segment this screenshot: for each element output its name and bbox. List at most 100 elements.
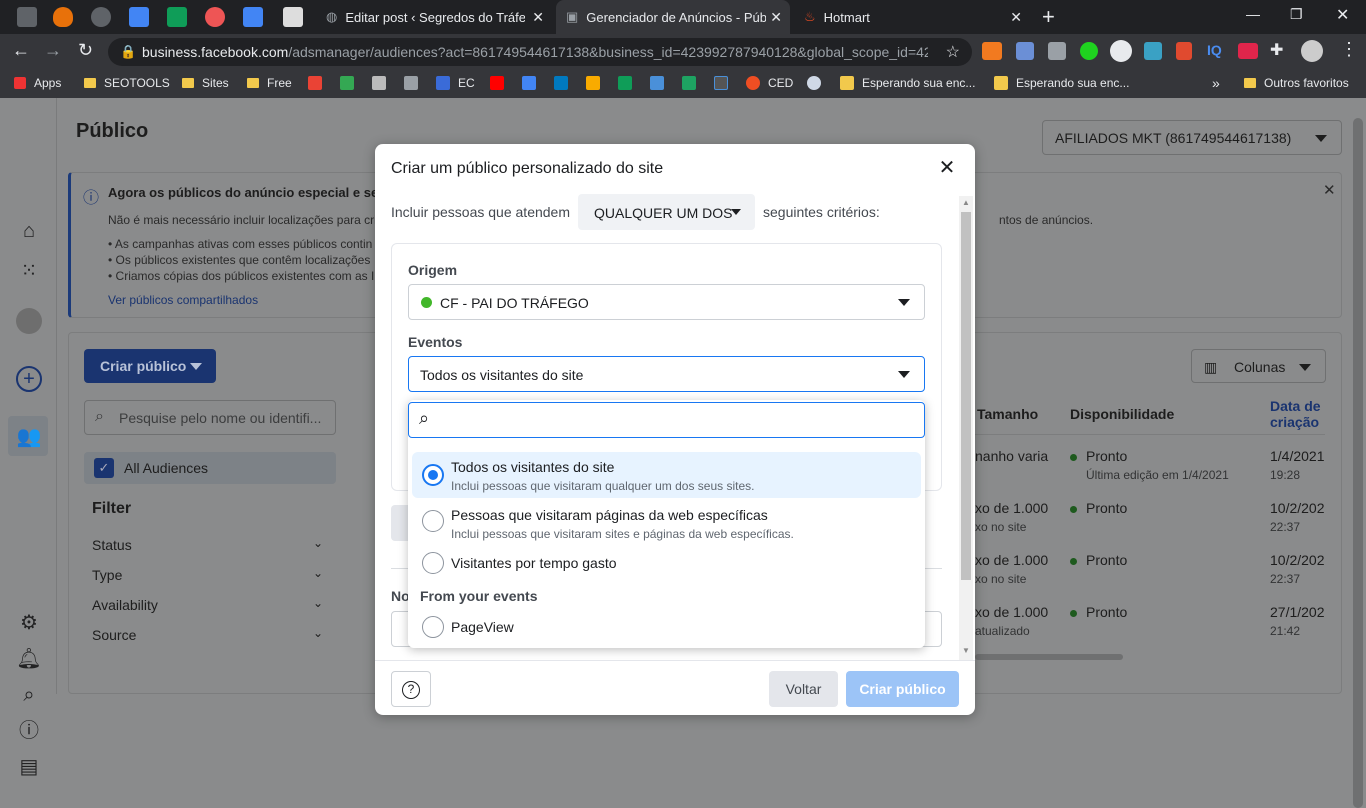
help-button[interactable]: ? <box>391 671 431 707</box>
page-scrollbar[interactable] <box>1350 98 1366 808</box>
bookmark-ced[interactable]: CED <box>746 76 793 90</box>
column-header-size[interactable]: Tamanho <box>977 406 1038 422</box>
add-icon[interactable]: + <box>16 366 42 392</box>
bookmark-icon[interactable] <box>807 76 821 90</box>
bookmark-apps[interactable]: Apps <box>14 76 61 90</box>
home-icon[interactable]: ⌂ <box>16 218 42 244</box>
events-search-input[interactable]: ⌕ <box>408 402 925 438</box>
youtube-bookmark-icon[interactable] <box>490 76 504 90</box>
scroll-down-icon[interactable]: ▼ <box>959 646 973 655</box>
create-audience-submit-button[interactable]: Criar público <box>846 671 959 707</box>
close-tab-icon[interactable]: ✕ <box>770 9 782 26</box>
bookmark-icon[interactable] <box>404 76 418 90</box>
bookmark-icon[interactable] <box>372 76 386 90</box>
column-header-created[interactable]: criação <box>1270 414 1319 430</box>
columns-button[interactable]: ▥ Colunas <box>1191 349 1326 383</box>
extension-icon[interactable] <box>1176 42 1192 60</box>
new-tab-button[interactable]: + <box>1042 4 1055 30</box>
scrollbar-thumb[interactable] <box>961 212 971 580</box>
column-header-availability[interactable]: Disponibilidade <box>1070 406 1174 422</box>
drive-bookmark-icon[interactable] <box>340 76 354 90</box>
extension-icon[interactable] <box>1080 42 1098 60</box>
tab-gerenciador[interactable]: ▣ Gerenciador de Anúncios - Públic ✕ <box>556 0 790 34</box>
gmail-bookmark-icon[interactable] <box>308 76 322 90</box>
more-bookmarks-chevron[interactable]: » <box>1212 75 1220 91</box>
bookmark-seotools[interactable]: SEOTOOLS <box>84 76 170 90</box>
radio-selected[interactable] <box>422 464 444 486</box>
pinned-tab-icon[interactable] <box>283 7 303 27</box>
hotmart-pinned-icon[interactable] <box>53 7 73 27</box>
asana-pinned-icon[interactable] <box>205 7 225 27</box>
chevron-down-icon[interactable]: ⌄ <box>313 596 323 610</box>
tab-editar-post[interactable]: ◍ Editar post ‹ Segredos do Tráfego ✕ <box>316 0 552 34</box>
checkbox-checked-icon[interactable]: ✓ <box>94 458 114 478</box>
sheets-pinned-icon[interactable] <box>167 7 187 27</box>
avatar[interactable] <box>16 308 42 334</box>
window-close-icon[interactable]: ✕ <box>1336 5 1349 25</box>
menu-icon[interactable]: ⋮ <box>1340 39 1358 60</box>
reload-icon[interactable]: ↻ <box>78 40 93 61</box>
eventos-select[interactable]: Todos os visitantes do site <box>408 356 925 392</box>
extension-icon[interactable] <box>1048 42 1066 60</box>
chevron-down-icon[interactable]: ⌄ <box>313 566 323 580</box>
audience-search-input[interactable]: ⌕ Pesquise pelo nome ou identifi... <box>84 400 336 435</box>
option-paginas-especificas[interactable]: Pessoas que visitaram páginas da web esp… <box>412 500 921 546</box>
pinned-tab-icon[interactable] <box>91 7 111 27</box>
people-icon[interactable]: 👥 <box>16 424 42 450</box>
bookmark-sites[interactable]: Sites <box>182 76 229 90</box>
shared-audiences-link[interactable]: Ver públicos compartilhados <box>108 293 258 307</box>
bookmark-star-icon[interactable]: ☆ <box>946 42 960 62</box>
bookmark-icon[interactable] <box>650 76 664 90</box>
extension-icon[interactable] <box>1144 42 1162 60</box>
radio-unselected[interactable] <box>422 552 444 574</box>
profile-avatar[interactable] <box>1301 40 1323 62</box>
bookmark-free[interactable]: Free <box>247 76 292 90</box>
close-tab-icon[interactable]: ✕ <box>532 9 544 26</box>
gear-icon[interactable]: ⚙ <box>16 610 42 636</box>
trello-bookmark-icon[interactable] <box>554 76 568 90</box>
chevron-down-icon[interactable]: ⌄ <box>313 626 323 640</box>
sheets-bookmark-icon[interactable] <box>618 76 632 90</box>
forward-icon[interactable]: → <box>44 40 62 61</box>
scrollbar-thumb[interactable] <box>1353 118 1363 808</box>
extension-icon[interactable] <box>1110 40 1132 62</box>
extension-icon[interactable] <box>982 42 1002 60</box>
chevron-down-icon[interactable]: ⌄ <box>313 536 323 550</box>
filter-source[interactable]: Source <box>92 627 136 643</box>
docs-pinned-icon[interactable] <box>243 7 263 27</box>
bookmark-esperando-2[interactable]: Esperando sua enc... <box>994 76 1129 90</box>
extension-icon[interactable]: IQ <box>1207 42 1222 58</box>
match-type-select[interactable]: QUALQUER UM DOS <box>578 194 755 230</box>
minimize-icon[interactable]: — <box>1246 6 1260 22</box>
restore-icon[interactable]: ❐ <box>1290 6 1303 23</box>
extension-icon[interactable] <box>1016 42 1034 60</box>
radio-unselected[interactable] <box>422 616 444 638</box>
scroll-up-icon[interactable]: ▲ <box>959 198 973 207</box>
modal-scrollbar[interactable]: ▲ ▼ <box>959 196 973 660</box>
back-button[interactable]: Voltar <box>769 671 838 707</box>
filter-type[interactable]: Type <box>92 567 122 583</box>
filter-availability[interactable]: Availability <box>92 597 158 613</box>
sidebar-toggle-icon[interactable]: ▤ <box>16 754 42 780</box>
bell-icon[interactable]: 🔔︎ <box>16 646 42 672</box>
pinned-tab-icon[interactable] <box>17 7 37 27</box>
apps-grid-icon[interactable]: ⁙ <box>16 258 42 284</box>
extension-icon[interactable] <box>1238 43 1258 59</box>
option-todos-visitantes[interactable]: Todos os visitantes do site Inclui pesso… <box>412 452 921 498</box>
option-tempo-gasto[interactable]: Visitantes por tempo gasto <box>412 548 921 580</box>
back-icon[interactable]: ← <box>12 40 30 61</box>
calendar-bookmark-icon[interactable] <box>522 76 536 90</box>
address-bar[interactable]: 🔒 business.facebook.com/adsmanager/audie… <box>108 38 972 66</box>
bookmark-outros-favoritos[interactable]: Outros favoritos <box>1244 76 1349 90</box>
account-selector[interactable]: AFILIADOS MKT (861749544617138) <box>1042 120 1342 155</box>
all-audiences-filter[interactable]: ✓ All Audiences <box>84 452 336 484</box>
search-icon[interactable]: ⌕ <box>16 682 42 708</box>
docs-pinned-icon[interactable] <box>129 7 149 27</box>
close-tab-icon[interactable]: ✕ <box>1010 9 1022 26</box>
bookmark-icon[interactable] <box>714 76 728 90</box>
create-audience-button[interactable]: Criar público <box>84 349 216 383</box>
extensions-puzzle-icon[interactable]: ✚ <box>1270 40 1283 60</box>
column-header-created[interactable]: Data de <box>1270 398 1321 414</box>
tab-hotmart[interactable]: ♨ Hotmart ✕ <box>794 0 1030 34</box>
chat-bookmark-icon[interactable] <box>682 76 696 90</box>
